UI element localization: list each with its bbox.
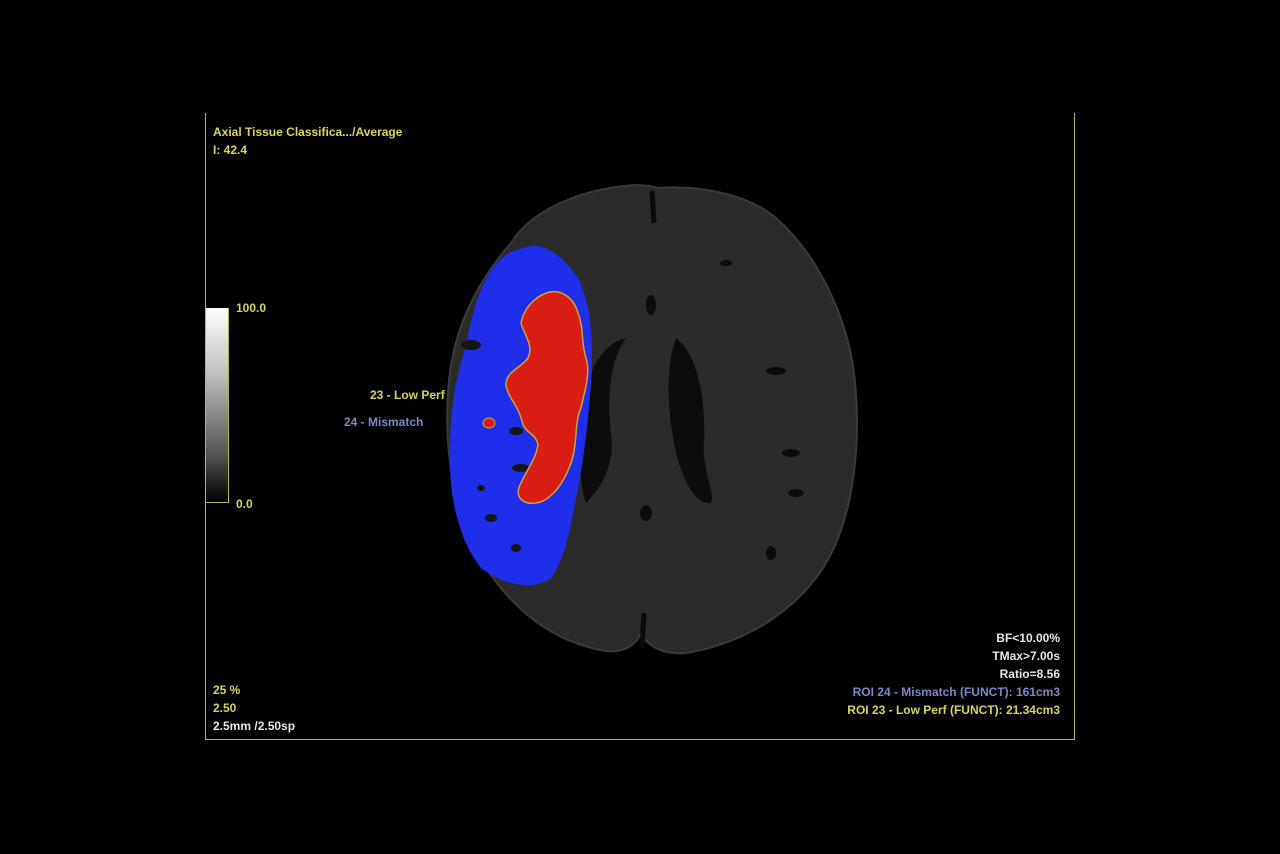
scale-min-label: 0.0 (236, 497, 253, 511)
slice-spacing: 2.5mm /2.50sp (213, 719, 296, 733)
midline-fissure (649, 190, 657, 224)
zoom-level: 25 % (213, 683, 241, 697)
series-title: Axial Tissue Classifica.../Average (213, 125, 403, 139)
tmax-threshold: TMax>7.00s (992, 649, 1060, 663)
midline-fissure-posterior (639, 612, 647, 649)
scale-max-label: 100.0 (236, 301, 267, 315)
analysis-results: BF<10.00% TMax>7.00s Ratio=8.56 ROI 24 -… (847, 629, 1060, 719)
series-info: Axial Tissue Classifica.../Average I: 42… (213, 123, 402, 159)
roi-label-low-perf[interactable]: 23 - Low Perf (370, 388, 445, 402)
roi-label-mismatch[interactable]: 24 - Mismatch (344, 415, 423, 429)
bf-threshold: BF<10.00% (996, 631, 1060, 645)
mismatch-ratio: Ratio=8.56 (999, 667, 1060, 681)
view-parameters: 25 % 2.50 2.5mm /2.50sp (213, 681, 295, 735)
image-index: I: 42.4 (213, 143, 248, 157)
grayscale-colorbar (206, 308, 229, 503)
roi-lowperf-volume: ROI 23 - Low Perf (FUNCT): 21.34cm3 (847, 703, 1060, 717)
image-viewport[interactable]: Axial Tissue Classifica.../Average I: 42… (205, 113, 1075, 740)
slice-thickness: 2.50 (213, 701, 237, 715)
roi-mismatch-volume: ROI 24 - Mismatch (FUNCT): 161cm3 (852, 685, 1060, 699)
